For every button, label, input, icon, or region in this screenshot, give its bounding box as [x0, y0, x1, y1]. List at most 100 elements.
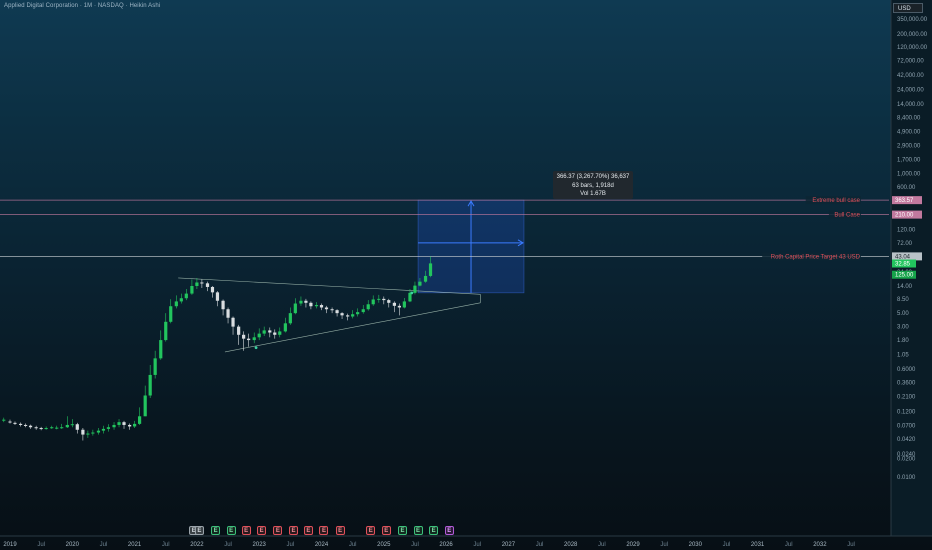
candle-body [101, 428, 106, 431]
candle-body [184, 293, 188, 299]
candle-body [257, 333, 261, 338]
y-tick-label: 72,000.00 [897, 59, 924, 65]
candle-body [293, 303, 297, 314]
candle-body [371, 299, 375, 305]
candle-body [215, 292, 220, 301]
candle-body [70, 424, 74, 426]
candle-body [8, 421, 12, 423]
x-tick-label: 2022 [190, 542, 204, 548]
current-price-tag-text: 32.85 [895, 262, 911, 268]
candle-body [133, 423, 137, 427]
candle-body [330, 309, 334, 311]
chart-title: Applied Digital Corporation · 1M · NASDA… [4, 3, 161, 9]
signal-marker [410, 291, 414, 295]
candle-body [86, 433, 90, 435]
x-tick-label: Jul [785, 542, 793, 548]
candle-body [128, 424, 132, 427]
candle-body [252, 337, 256, 341]
signal-marker [254, 346, 258, 350]
y-tick-label: 72.00 [897, 241, 913, 247]
earnings-event-icon[interactable]: E [257, 526, 267, 535]
candle-body [314, 305, 319, 307]
candle-body [91, 432, 95, 434]
candle-body [278, 331, 282, 335]
candle-body [231, 317, 235, 327]
x-tick-label: Jul [847, 542, 855, 548]
y-tick-label: 0.2100 [897, 395, 916, 401]
y-tick-label: 0.0700 [897, 424, 916, 430]
y-tick-label: 0.3600 [897, 381, 916, 387]
x-tick-label: 2031 [751, 542, 765, 548]
earnings-event-icon[interactable]: E [241, 526, 251, 535]
candle-body [356, 312, 360, 315]
y-tick-label: 4,900.00 [897, 130, 921, 136]
earnings-event-icon[interactable]: E [226, 526, 236, 535]
level-price-tag-text: 43.04 [895, 254, 911, 260]
earnings-event-icon[interactable]: E [273, 526, 283, 535]
earnings-event-icon[interactable]: E [319, 526, 329, 535]
x-tick-label: 2024 [315, 542, 329, 548]
x-tick-label: 2030 [689, 542, 703, 548]
candle-body [413, 285, 417, 293]
earnings-event-icon[interactable]: E [211, 526, 221, 535]
currency-selector[interactable]: USD [893, 3, 923, 13]
earnings-event-icon[interactable]: E [194, 526, 204, 535]
earnings-events-row: EEEEEEEEEEEEEEEEE [0, 526, 880, 538]
earnings-event-icon[interactable]: E [397, 526, 407, 535]
candle-body [397, 305, 401, 308]
candle-body [190, 285, 194, 294]
earnings-event-icon[interactable]: E [381, 526, 391, 535]
candle-body [361, 309, 365, 313]
y-tick-label: 2,900.00 [897, 143, 921, 149]
candle-body [60, 427, 64, 429]
x-tick-label: Jul [598, 542, 606, 548]
candle-body [299, 300, 303, 304]
candle-body [210, 286, 215, 293]
y-tick-label: 0.0420 [897, 437, 916, 443]
candle-body [221, 300, 225, 310]
y-tick-label: 0.0200 [897, 457, 916, 463]
earnings-event-icon[interactable]: E [303, 526, 313, 535]
candle-body [75, 424, 79, 430]
price-chart[interactable]: 350,000.00 200,000.00 120,000.00 72,000.00 4… [0, 0, 932, 550]
x-tick-label: Jul [411, 542, 419, 548]
x-tick-label: Jul [536, 542, 544, 548]
earnings-event-icon[interactable]: E [413, 526, 423, 535]
y-tick-label: 42,000.00 [897, 73, 924, 79]
candle-body [96, 430, 101, 433]
candle-body [169, 306, 173, 322]
earnings-event-icon[interactable]: E [444, 526, 454, 535]
candle-body [288, 313, 292, 324]
x-tick-label: Jul [723, 542, 731, 548]
candle-body [408, 292, 412, 302]
candle-body [242, 334, 246, 339]
y-tick-label: 8.50 [897, 297, 909, 303]
earnings-event-icon[interactable]: E [366, 526, 376, 535]
y-tick-label: 600.00 [897, 185, 916, 191]
candle-body [50, 427, 54, 429]
candle-body [159, 340, 163, 359]
candle-body [268, 330, 272, 333]
level-price-tag-text: 210.00 [895, 213, 914, 219]
candle-body [117, 422, 121, 425]
x-tick-label: Jul [224, 542, 232, 548]
earnings-event-icon[interactable]: E [335, 526, 345, 535]
x-tick-label: 2028 [564, 542, 578, 548]
y-tick-label: 200,000.00 [897, 32, 928, 38]
candle-body [346, 315, 350, 317]
candle-body [112, 424, 116, 428]
candle-body [195, 282, 199, 286]
y-tick-label: 1,700.00 [897, 157, 921, 163]
earnings-event-icon[interactable]: E [288, 526, 298, 535]
candle-body [428, 263, 433, 276]
y-tick-label: 0.1200 [897, 409, 916, 415]
y-tick-label: 120.00 [897, 227, 916, 233]
y-tick-label: 14,000.00 [897, 102, 924, 108]
measure-bars: 63 bars, 1,918d [572, 182, 614, 189]
candle-body [153, 358, 157, 375]
earnings-event-icon[interactable]: E [429, 526, 439, 535]
x-tick-label: Jul [100, 542, 108, 548]
candle-body [377, 298, 381, 300]
level-label: Roth Capital Price Target 43 USD [771, 254, 861, 260]
candle-body [205, 283, 210, 287]
